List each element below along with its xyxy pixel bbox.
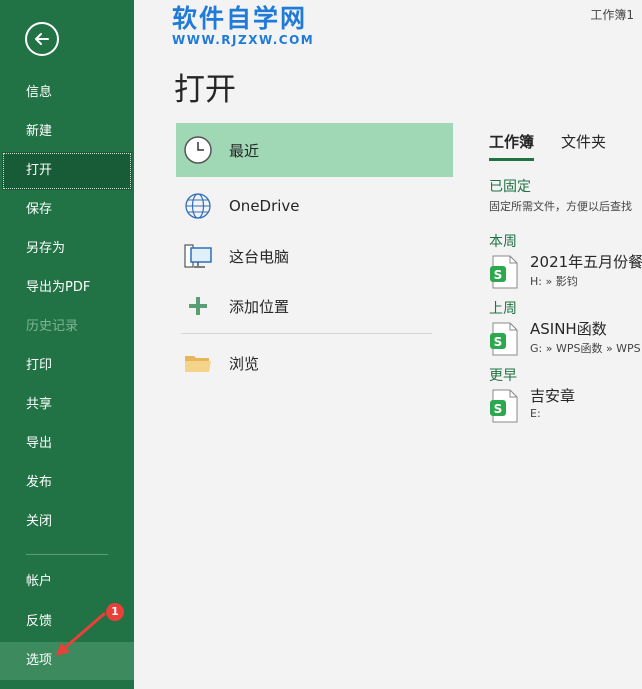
section-last-week: 上周 (489, 301, 517, 317)
spreadsheet-file-icon: S (490, 389, 518, 423)
nav-new[interactable]: 新建 (0, 113, 134, 151)
nav-save-as[interactable]: 另存为 (0, 230, 134, 268)
file-path: H: » 影钧 (530, 275, 578, 288)
globe-icon (183, 191, 213, 221)
window-title: 工作簿1 (590, 8, 634, 22)
location-this-pc[interactable]: 这台电脑 (176, 229, 453, 283)
svg-text:S: S (494, 335, 503, 349)
spreadsheet-file-icon: S (490, 322, 518, 356)
back-arrow-icon (35, 33, 49, 45)
watermark-logo: 软件自学网 WWW.RJZXW.COM (172, 4, 314, 46)
computer-icon (183, 241, 213, 271)
location-browse-label: 浏览 (229, 354, 260, 373)
file-path: E: (530, 407, 541, 420)
page-title: 打开 (174, 72, 236, 108)
file-name: 吉安章 (530, 387, 576, 405)
nav-open[interactable]: 打开 (2, 152, 132, 190)
tab-folders[interactable]: 文件夹 (561, 131, 606, 158)
file-name: ASINH函数 (530, 320, 607, 338)
section-earlier: 更早 (489, 368, 517, 384)
nav-account[interactable]: 帐户 (0, 563, 134, 601)
nav-close[interactable]: 关闭 (0, 503, 134, 541)
nav-history: 历史记录 (26, 319, 79, 334)
nav-divider (26, 554, 108, 555)
nav-publish[interactable]: 发布 (0, 464, 134, 502)
locations-divider (181, 333, 432, 334)
nav-export[interactable]: 导出 (0, 425, 134, 463)
tab-workbooks[interactable]: 工作簿 (489, 131, 535, 161)
nav-share[interactable]: 共享 (0, 386, 134, 424)
folder-icon (183, 348, 213, 378)
file-name: 2021年五月份餐 (530, 253, 642, 271)
location-add-place[interactable]: 添加位置 (176, 279, 453, 333)
location-browse[interactable]: 浏览 (176, 336, 453, 390)
watermark-sub: WWW.RJZXW.COM (172, 33, 315, 47)
back-button[interactable] (25, 22, 59, 56)
location-add-place-label: 添加位置 (229, 297, 290, 316)
nav-print[interactable]: 打印 (0, 347, 134, 385)
section-pinned: 已固定 (489, 179, 531, 195)
clock-icon (183, 135, 213, 165)
annotation-arrow-icon (56, 612, 106, 656)
plus-icon (183, 291, 213, 321)
location-recent[interactable]: 最近 (176, 123, 453, 177)
svg-text:S: S (494, 402, 503, 416)
location-onedrive[interactable]: OneDrive (176, 179, 453, 233)
file-path: G: » WPS函数 » WPS (530, 342, 641, 355)
location-recent-label: 最近 (229, 141, 260, 160)
location-onedrive-label: OneDrive (229, 197, 300, 215)
pinned-description: 固定所需文件，方便以后查找 (489, 200, 632, 213)
location-this-pc-label: 这台电脑 (229, 247, 290, 266)
spreadsheet-file-icon: S (490, 255, 518, 289)
section-this-week: 本周 (489, 234, 517, 250)
watermark-main: 软件自学网 (172, 4, 308, 33)
nav-save[interactable]: 保存 (0, 191, 134, 229)
nav-info[interactable]: 信息 (0, 74, 134, 112)
nav-export-pdf[interactable]: 导出为PDF (0, 269, 134, 307)
backstage-sidebar: 信息 新建 打开 保存 另存为 导出为PDF 历史记录 打印 共享 导出 发布 … (0, 0, 134, 689)
svg-text:S: S (494, 268, 503, 282)
